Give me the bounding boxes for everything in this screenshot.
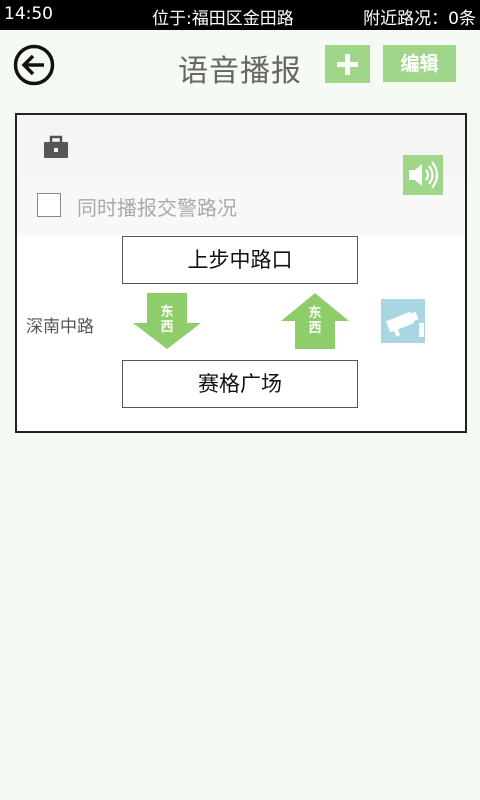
from-station: 上步中路口 bbox=[122, 236, 358, 284]
status-bar: 14:50 位于:福田区金田路 附近路况：0条 bbox=[0, 0, 480, 30]
camera-icon bbox=[386, 311, 424, 337]
police-traffic-label: 同时播报交警路况 bbox=[77, 196, 237, 220]
page-title: 语音播报 bbox=[178, 54, 302, 89]
add-button[interactable] bbox=[325, 45, 370, 83]
back-arrow-icon bbox=[13, 44, 55, 86]
edit-button[interactable]: 编辑 bbox=[383, 45, 456, 82]
direction-down-arrow[interactable]: 东 西 bbox=[131, 293, 203, 349]
police-traffic-option[interactable]: 同时播报交警路况 bbox=[17, 177, 465, 235]
to-station: 赛格广场 bbox=[122, 360, 358, 408]
card-header bbox=[17, 115, 465, 177]
road-name: 深南中路 bbox=[26, 317, 94, 337]
status-time: 14:50 bbox=[4, 4, 53, 24]
camera-button[interactable] bbox=[381, 299, 425, 343]
briefcase-icon[interactable] bbox=[43, 135, 69, 159]
direction-up-text: 东 西 bbox=[308, 306, 322, 336]
direction-down-text: 东 西 bbox=[160, 305, 174, 335]
status-nearby-traffic: 附近路况：0条 bbox=[363, 9, 476, 29]
speaker-icon bbox=[409, 161, 439, 189]
police-traffic-checkbox[interactable] bbox=[37, 193, 61, 217]
status-location: 位于:福田区金田路 bbox=[152, 9, 294, 29]
direction-up-arrow[interactable]: 东 西 bbox=[279, 293, 351, 349]
route-card: 同时播报交警路况 上步中路口 深南中路 东 西 东 西 赛格广场 bbox=[15, 113, 467, 433]
speaker-button[interactable] bbox=[403, 155, 443, 195]
back-button[interactable] bbox=[13, 44, 55, 86]
header: 语音播报 编辑 bbox=[0, 30, 480, 112]
